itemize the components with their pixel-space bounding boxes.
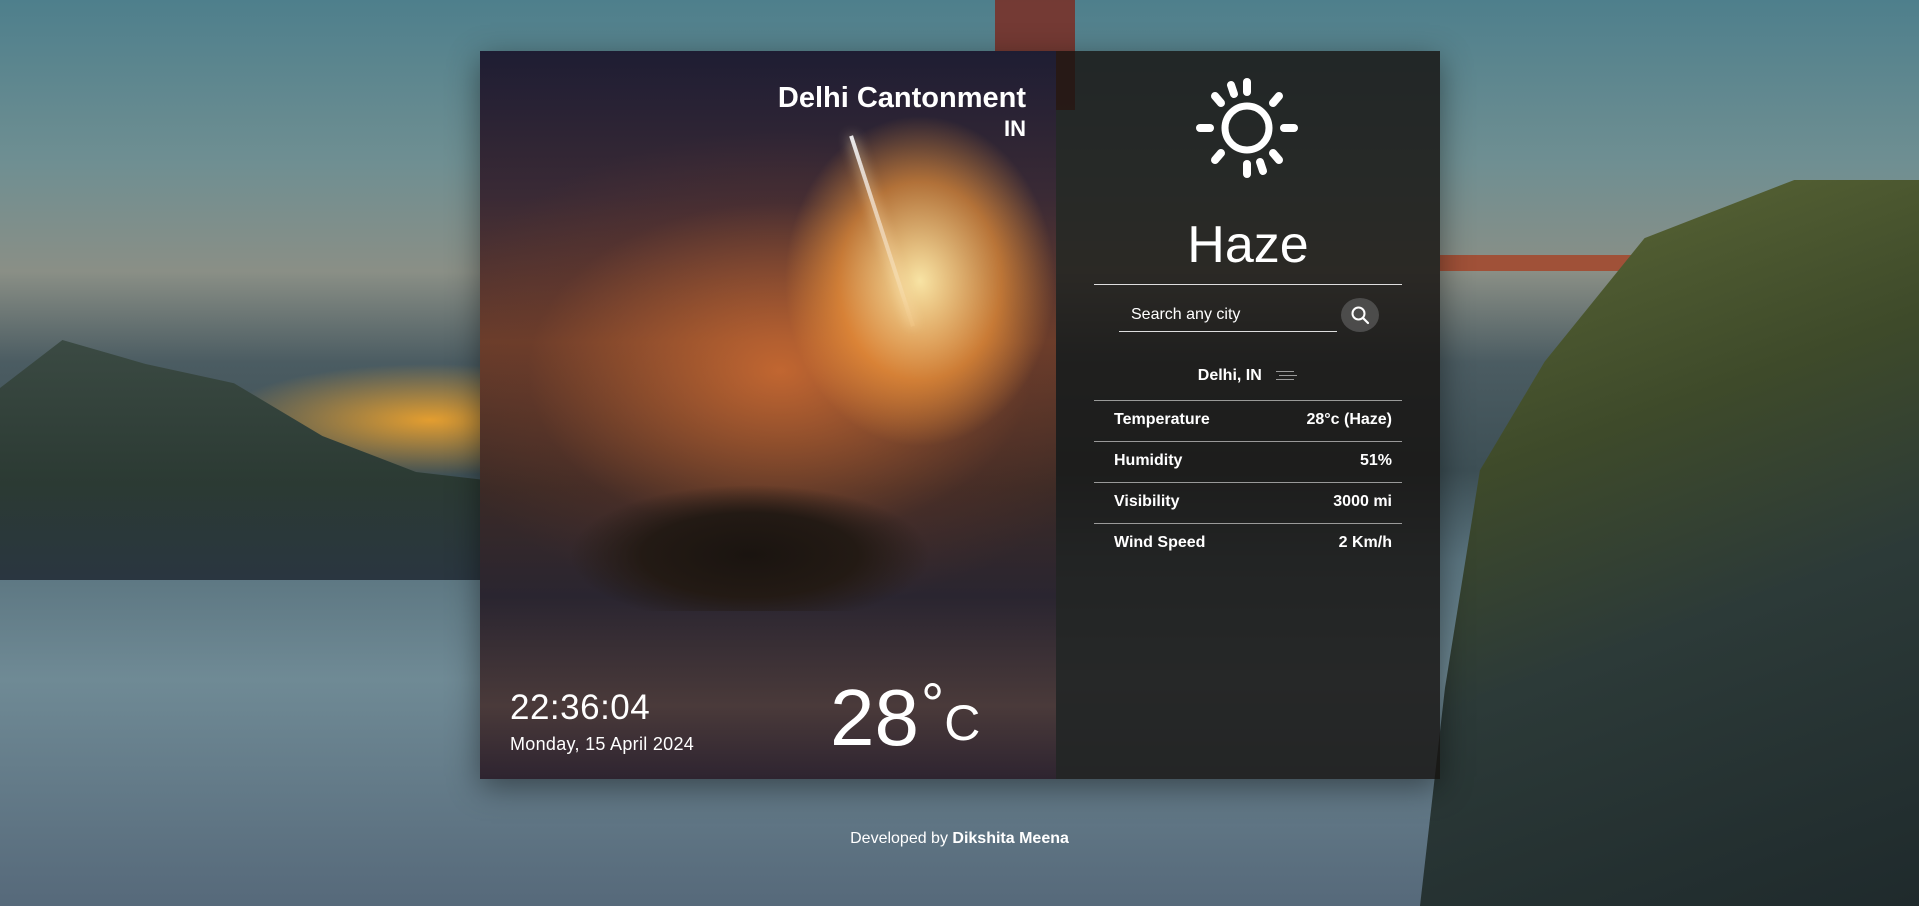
weather-hero-panel: Delhi Cantonment IN 22:36:04 Monday, 15 … bbox=[480, 51, 1056, 779]
footer-prefix: Developed by bbox=[850, 830, 948, 847]
stat-label: Wind Speed bbox=[1114, 534, 1206, 551]
search-icon bbox=[1351, 306, 1370, 325]
temperature-value: 28 bbox=[830, 673, 919, 762]
country-code: IN bbox=[1004, 116, 1026, 141]
lightning-graphic bbox=[849, 135, 915, 327]
temperature-unit: C bbox=[944, 695, 981, 751]
location-heading: Delhi Cantonment IN bbox=[778, 81, 1026, 143]
stat-row-humidity: Humidity 51% bbox=[1094, 441, 1402, 482]
search-input[interactable] bbox=[1119, 298, 1337, 332]
haze-icon bbox=[1276, 367, 1299, 384]
stat-label: Humidity bbox=[1114, 452, 1183, 469]
stat-value: 28°c (Haze) bbox=[1306, 411, 1392, 428]
sun-icon bbox=[1196, 78, 1298, 178]
stat-row-temperature: Temperature 28°c (Haze) bbox=[1094, 400, 1402, 441]
searched-location-label: Delhi, IN bbox=[1197, 367, 1262, 384]
stat-row-visibility: Visibility 3000 mi bbox=[1094, 482, 1402, 523]
stat-value: 3000 mi bbox=[1333, 493, 1392, 510]
weather-condition: Haze bbox=[1187, 216, 1309, 274]
city-search bbox=[1119, 298, 1381, 334]
footer-credit: Developed by Dikshita Meena bbox=[0, 829, 1919, 849]
stat-value: 51% bbox=[1359, 452, 1392, 469]
divider bbox=[1094, 284, 1402, 285]
stat-label: Temperature bbox=[1114, 411, 1210, 428]
background-rocks bbox=[1420, 180, 1919, 906]
current-time: 22:36:04 bbox=[510, 688, 651, 727]
stat-row-wind-speed: Wind Speed 2 Km/h bbox=[1094, 523, 1402, 564]
current-date: Monday, 15 April 2024 bbox=[510, 734, 695, 754]
island-graphic bbox=[560, 471, 940, 611]
footer-author: Dikshita Meena bbox=[952, 830, 1069, 847]
datetime-block: 22:36:04 Monday, 15 April 2024 bbox=[510, 688, 694, 756]
searched-location: Delhi, IN bbox=[1056, 366, 1440, 386]
temperature-display: 28 ° C bbox=[830, 676, 980, 760]
city-name: Delhi Cantonment bbox=[777, 82, 1026, 114]
stat-label: Visibility bbox=[1114, 493, 1180, 510]
weather-details-panel: Haze Delhi, IN Temperature 28°c (Haze) H… bbox=[1056, 51, 1440, 779]
stat-value: 2 Km/h bbox=[1338, 534, 1392, 551]
weather-stats-list: Temperature 28°c (Haze) Humidity 51% Vis… bbox=[1094, 400, 1402, 564]
temperature-degree-symbol: ° bbox=[920, 672, 945, 737]
search-button[interactable] bbox=[1341, 298, 1379, 332]
background-mountains bbox=[0, 340, 520, 580]
weather-card: Delhi Cantonment IN 22:36:04 Monday, 15 … bbox=[480, 51, 1440, 779]
